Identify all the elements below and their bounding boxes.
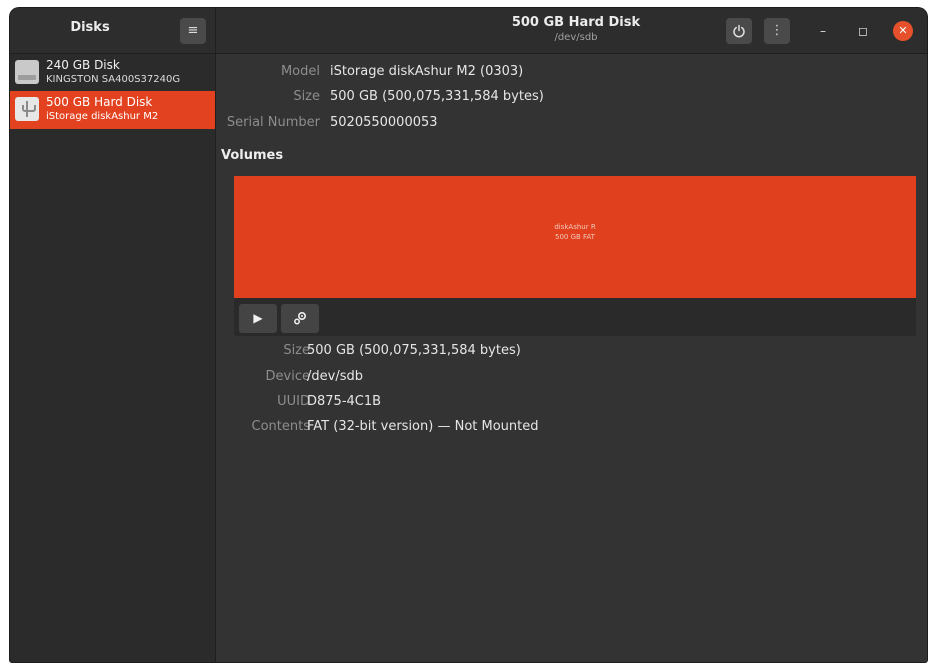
disk-model: iStorage diskAshur M2 bbox=[46, 111, 159, 122]
partition-size-label: 500 GB FAT bbox=[555, 233, 595, 241]
disk-item-240gb[interactable]: 240 GB Disk KINGSTON SA400S37240G bbox=[10, 54, 215, 92]
play-icon: ▶ bbox=[253, 311, 263, 325]
volume-toolbar: ▶ bbox=[234, 299, 916, 336]
partition-block[interactable]: diskAshur R 500 GB FAT bbox=[234, 176, 916, 298]
model-value: iStorage diskAshur M2 (0303) bbox=[330, 64, 524, 79]
window-title: 500 GB Hard Disk bbox=[511, 15, 641, 30]
serial-label: Serial Number bbox=[226, 115, 320, 130]
more-vertical-icon: ⋮ bbox=[770, 23, 784, 38]
more-options-button[interactable]: ⋮ bbox=[764, 18, 790, 44]
sidebar-header: Disks ≡ bbox=[10, 8, 215, 54]
contents-label: Contents bbox=[251, 419, 310, 434]
contents-value: FAT (32-bit version) — Not Mounted bbox=[307, 419, 539, 434]
usb-drive-icon bbox=[15, 97, 39, 121]
uuid-label: UUID bbox=[277, 394, 310, 409]
disk-model: KINGSTON SA400S37240G bbox=[46, 74, 181, 85]
maximize-button[interactable]: ◻ bbox=[852, 20, 874, 42]
app-title: Disks bbox=[70, 20, 110, 35]
disk-name: 240 GB Disk bbox=[46, 58, 120, 72]
hamburger-menu-button[interactable]: ≡ bbox=[180, 18, 206, 44]
main-panel: 500 GB Hard Disk /dev/sdb ⋮ – ◻ ✕ Model … bbox=[216, 8, 927, 662]
size-label: Size bbox=[293, 89, 320, 104]
hard-disk-icon bbox=[15, 60, 39, 84]
volumes-heading: Volumes bbox=[221, 148, 284, 163]
volume-size-label: Size bbox=[283, 343, 310, 358]
serial-value: 5020550000053 bbox=[330, 115, 438, 130]
minimize-button[interactable]: – bbox=[812, 20, 834, 42]
close-icon: ✕ bbox=[898, 24, 908, 37]
device-label: Device bbox=[265, 369, 310, 384]
close-button[interactable]: ✕ bbox=[893, 21, 913, 41]
power-icon bbox=[733, 24, 745, 38]
mount-button[interactable]: ▶ bbox=[239, 304, 277, 333]
partition-options-button[interactable] bbox=[281, 304, 319, 333]
hamburger-menu-icon: ≡ bbox=[187, 23, 199, 38]
volumes-graph: diskAshur R 500 GB FAT ▶ bbox=[234, 176, 916, 336]
partition-label: diskAshur R bbox=[554, 223, 596, 231]
header-bar: 500 GB Hard Disk /dev/sdb ⋮ – ◻ ✕ bbox=[216, 8, 927, 54]
window-subtitle: /dev/sdb bbox=[554, 32, 598, 43]
disks-window: Disks ≡ 240 GB Disk KINGSTON SA400S37240… bbox=[10, 8, 927, 662]
size-value: 500 GB (500,075,331,584 bytes) bbox=[330, 89, 544, 104]
uuid-value: D875-4C1B bbox=[307, 394, 382, 409]
disk-name: 500 GB Hard Disk bbox=[46, 95, 153, 109]
gears-icon bbox=[294, 311, 307, 325]
sidebar: Disks ≡ 240 GB Disk KINGSTON SA400S37240… bbox=[10, 8, 216, 662]
disk-item-500gb[interactable]: 500 GB Hard Disk iStorage diskAshur M2 bbox=[10, 91, 215, 129]
model-label: Model bbox=[280, 64, 320, 79]
volume-size-value: 500 GB (500,075,331,584 bytes) bbox=[307, 343, 521, 358]
power-off-button[interactable] bbox=[726, 18, 752, 44]
device-value: /dev/sdb bbox=[307, 369, 363, 384]
